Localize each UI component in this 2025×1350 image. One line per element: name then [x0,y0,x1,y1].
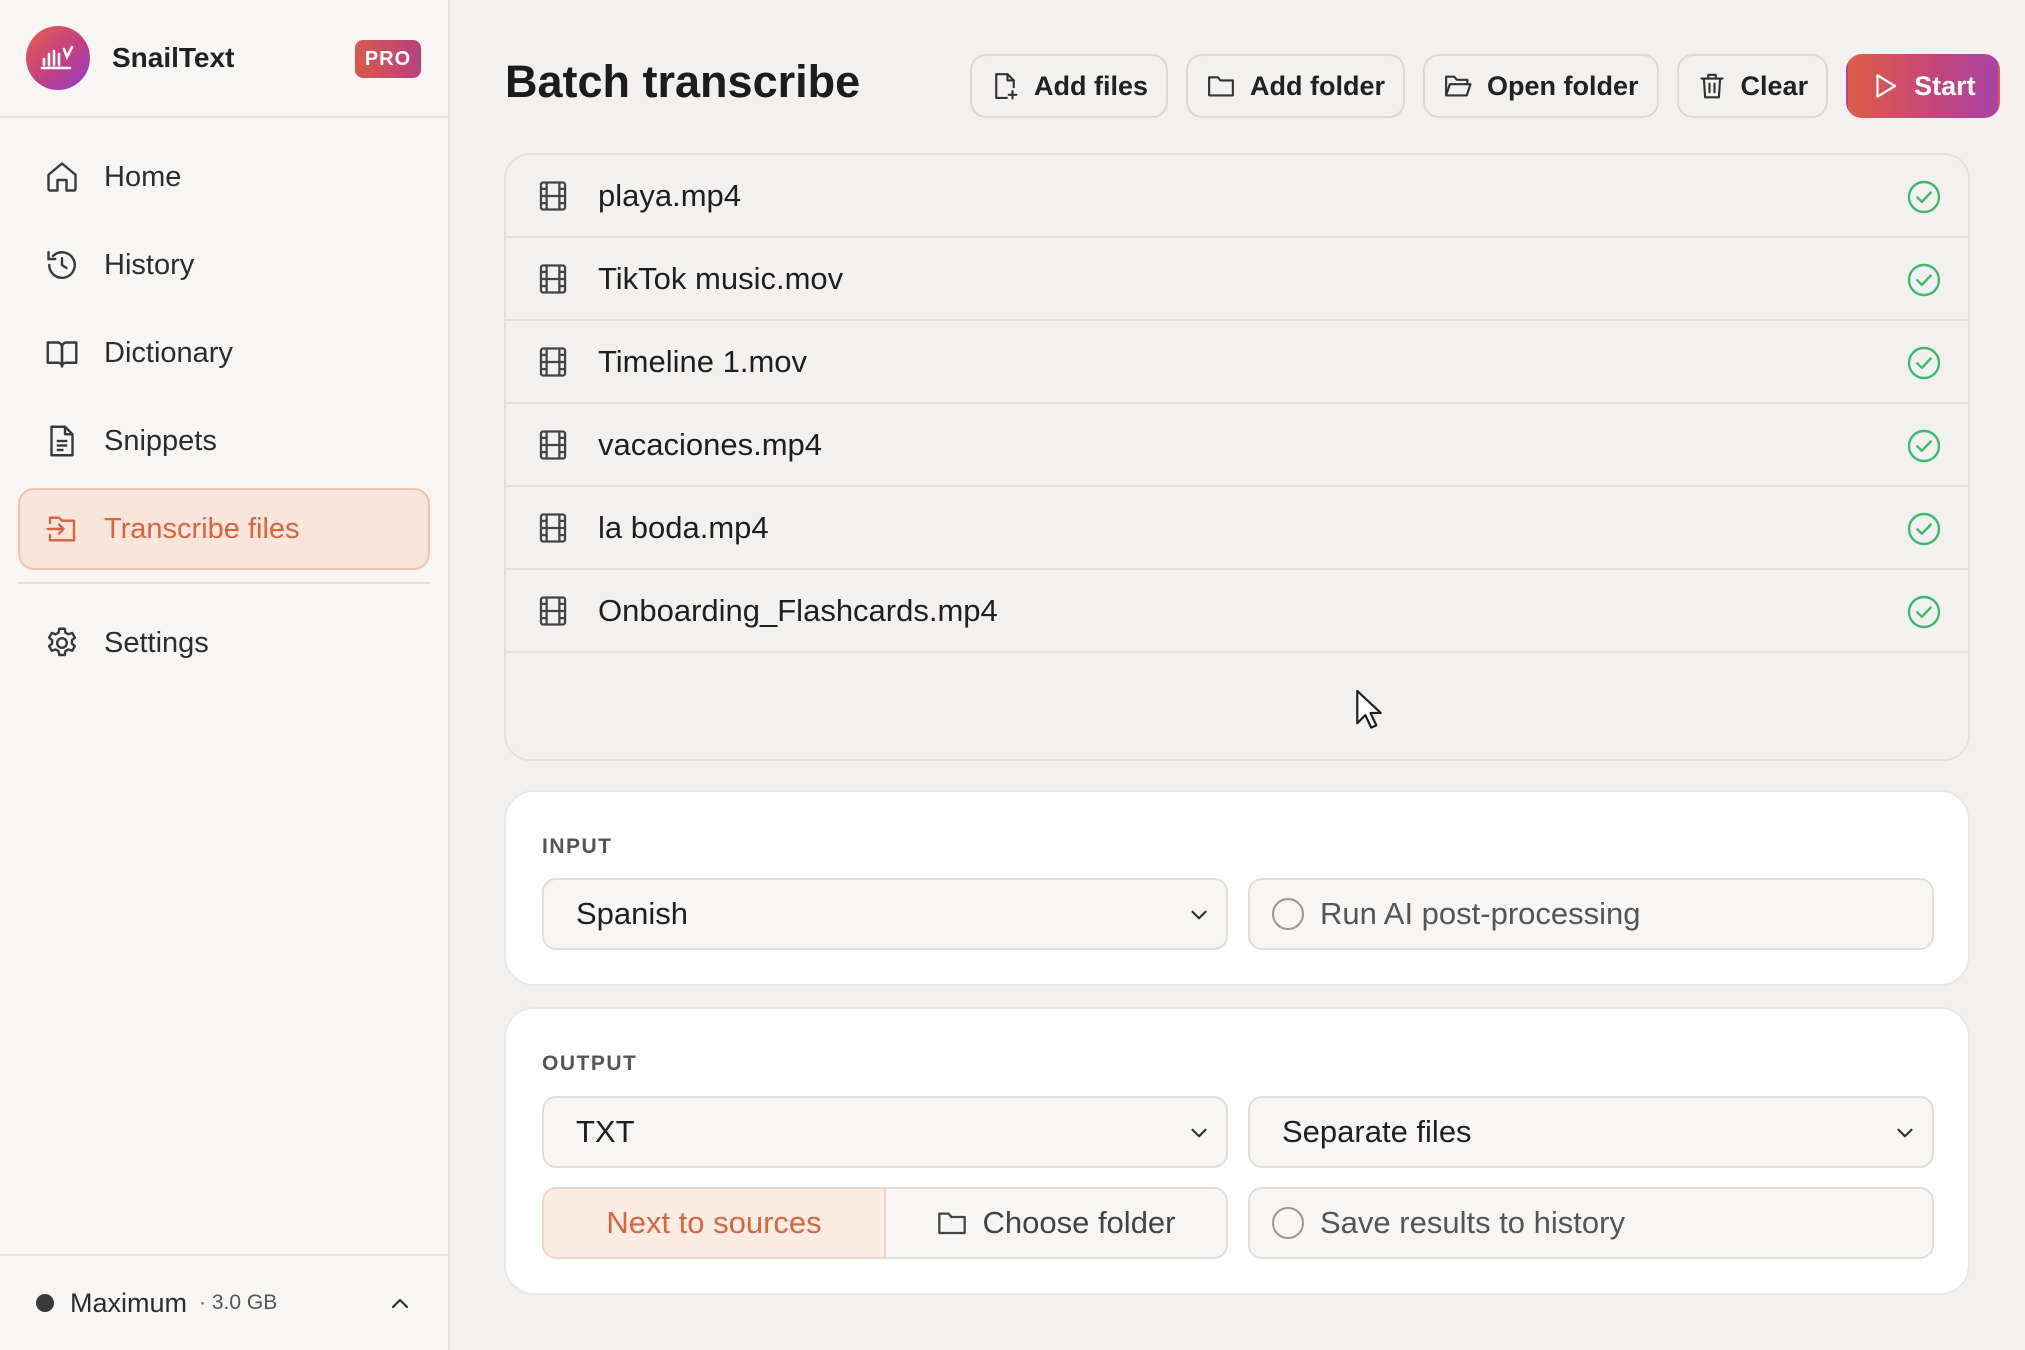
format-value: TXT [576,1114,635,1149]
pro-badge: PRO [355,40,421,78]
file-import-icon [46,516,76,542]
input-section-label: INPUT [542,835,613,858]
file-row[interactable]: Timeline 1.mov [506,321,1968,404]
file-row[interactable]: playa.mp4 [506,155,1968,238]
add-folder-label: Add folder [1250,70,1386,101]
film-icon [539,180,567,211]
language-value: Spanish [576,896,689,931]
file-row[interactable]: TikTok music.mov [506,238,1968,321]
sidebar-item-label: Dictionary [104,336,233,369]
sidebar: SnailText PRO Home History Dictionary Sn… [0,0,450,1350]
ai-postprocessing-label: Run AI post-processing [1320,896,1641,931]
chevron-up-icon[interactable] [388,1292,412,1316]
sidebar-item-label: History [104,248,195,281]
ai-postprocessing-toggle[interactable]: Run AI post-processing [1248,878,1934,950]
check-circle-icon [1907,346,1941,380]
file-row[interactable]: Onboarding_Flashcards.mp4 [506,570,1968,653]
file-name: playa.mp4 [598,177,742,213]
chevron-down-icon [1897,1128,1913,1138]
status-dot [36,1294,54,1312]
file-plus-icon [995,73,1018,100]
chevron-down-icon [1191,910,1207,920]
add-folder-button[interactable]: Add folder [1186,54,1406,118]
save-history-label: Save results to history [1320,1205,1625,1240]
nav-divider [18,582,430,584]
chevron-down-icon [1191,1128,1207,1138]
file-name: Onboarding_Flashcards.mp4 [598,592,998,628]
choose-folder-label: Choose folder [982,1205,1176,1240]
film-icon [539,595,567,626]
book-icon [46,341,78,368]
start-label: Start [1914,70,1976,101]
file-row[interactable]: la boda.mp4 [506,487,1968,570]
home-icon [47,162,77,192]
film-icon [539,263,567,294]
film-icon [539,346,567,377]
input-card: INPUT Spanish Run AI post-processing [504,790,1970,986]
sidebar-nav: Home History Dictionary Snippets Transcr… [18,136,430,690]
check-circle-icon [1907,180,1941,214]
radio-circle-icon [1272,898,1304,930]
app-name: SnailText [112,42,235,73]
sidebar-item-snippets[interactable]: Snippets [18,400,430,482]
check-circle-icon [1907,429,1941,463]
document-icon [50,425,74,457]
choose-folder-option[interactable]: Choose folder [886,1187,1228,1259]
play-icon [1876,74,1897,98]
sidebar-item-label: Transcribe files [104,512,300,545]
film-icon [539,512,567,543]
open-folder-label: Open folder [1487,70,1639,101]
folder-open-icon [1445,75,1472,97]
sidebar-item-dictionary[interactable]: Dictionary [18,312,430,394]
format-select[interactable]: TXT [542,1096,1228,1168]
folder-icon [938,1212,967,1235]
start-button[interactable]: Start [1846,54,2000,118]
file-name: Timeline 1.mov [598,343,808,379]
output-mode-value: Separate files [1282,1114,1472,1149]
open-folder-button[interactable]: Open folder [1423,54,1659,118]
sidebar-item-history[interactable]: History [18,224,430,306]
model-mode: Maximum [70,1287,188,1318]
sidebar-item-label: Home [104,160,182,193]
language-select[interactable]: Spanish [542,878,1228,950]
sidebar-item-settings[interactable]: Settings [18,602,430,684]
folder-icon [1208,76,1234,97]
mouse-cursor-icon [1356,689,1382,729]
trash-icon [1699,73,1724,99]
file-name: la boda.mp4 [598,509,769,545]
next-to-sources-label: Next to sources [606,1205,822,1240]
check-circle-icon [1907,263,1941,297]
output-mode-select[interactable]: Separate files [1248,1096,1934,1168]
film-icon [539,429,567,460]
output-card: OUTPUT TXT Separate files Next to source… [504,1007,1970,1295]
model-size: · 3.0 GB [199,1291,278,1314]
file-row[interactable]: vacaciones.mp4 [506,404,1968,487]
file-list: playa.mp4 TikTok music.mov Timeline 1.mov v… [504,153,1970,761]
gear-icon [47,627,77,657]
file-name: TikTok music.mov [598,260,844,296]
sidebar-item-label: Snippets [104,424,217,457]
add-files-button[interactable]: Add files [970,54,1169,118]
toolbar: Add files Add folder Open folder Clear S… [970,54,2000,118]
model-selector[interactable]: Maximum · 3.0 GB [0,1254,448,1350]
add-files-label: Add files [1034,70,1149,101]
next-to-sources-option[interactable]: Next to sources [542,1187,886,1259]
page-title: Batch transcribe [505,56,861,107]
file-name: vacaciones.mp4 [598,426,823,462]
history-icon [47,251,76,279]
check-circle-icon [1907,512,1941,546]
app-logo [26,26,90,90]
sidebar-item-transcribe-files[interactable]: Transcribe files [18,488,430,570]
radio-circle-icon [1272,1207,1304,1239]
clear-label: Clear [1740,70,1809,101]
save-history-toggle[interactable]: Save results to history [1248,1187,1934,1259]
check-circle-icon [1907,595,1941,629]
brand-header: SnailText PRO [0,0,448,118]
clear-button[interactable]: Clear [1676,54,1829,118]
sidebar-item-home[interactable]: Home [18,136,430,218]
output-section-label: OUTPUT [542,1052,638,1075]
sidebar-item-label: Settings [104,626,209,659]
